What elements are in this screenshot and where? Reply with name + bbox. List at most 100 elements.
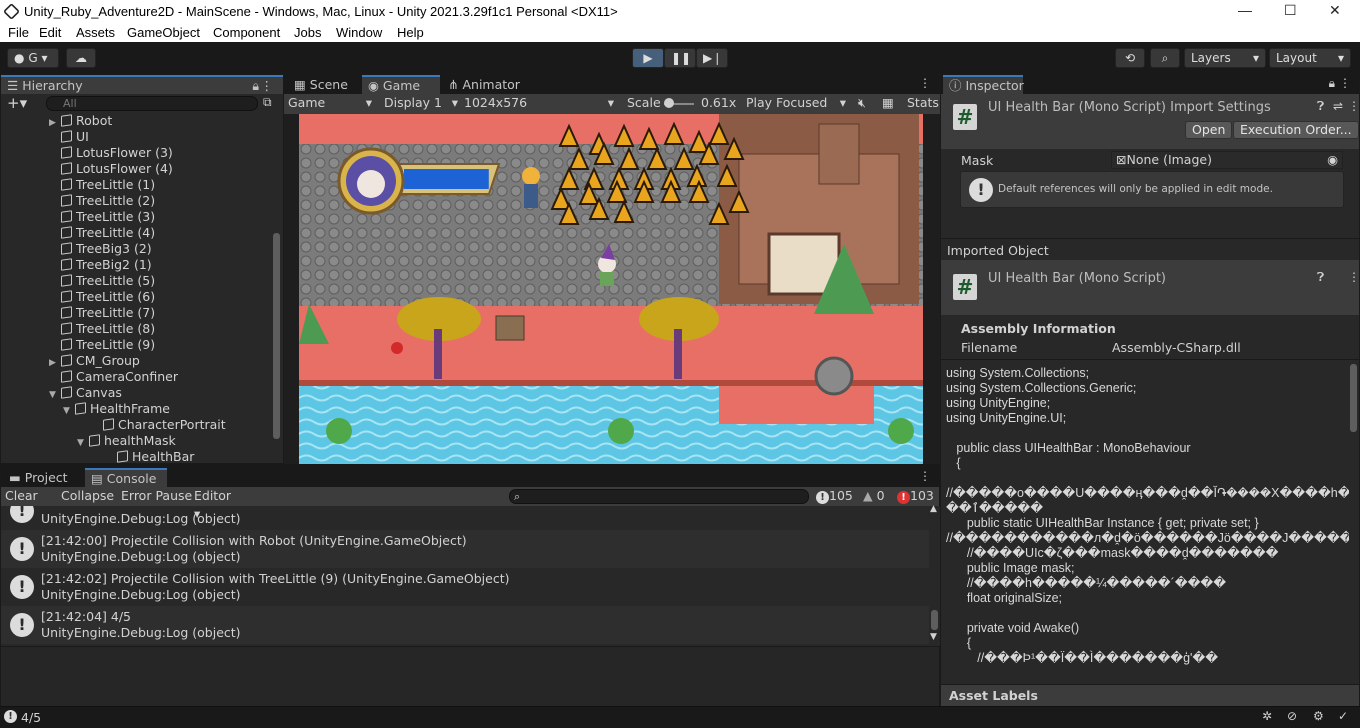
progress-icon[interactable]: ⚙: [1313, 709, 1324, 723]
add-icon[interactable]: +▾: [7, 94, 27, 112]
resolution-dropdown[interactable]: 1024x576 ▾: [464, 94, 618, 112]
hierarchy-item[interactable]: ▼ Canvas: [1, 385, 259, 401]
scale-slider-handle[interactable]: [664, 98, 674, 108]
close-button[interactable]: ✕: [1329, 2, 1341, 19]
tab-game[interactable]: ◉ Game: [362, 75, 440, 94]
layout-dropdown[interactable]: Layout ▾: [1269, 48, 1351, 68]
check-icon[interactable]: ✓: [1338, 709, 1348, 723]
console-scrollbar[interactable]: ▲ ▼: [929, 504, 940, 646]
game-viewport[interactable]: [299, 114, 923, 464]
menu-file[interactable]: File: [8, 25, 29, 40]
hierarchy-item[interactable]: TreeLittle (2): [1, 193, 259, 209]
log-count-badge[interactable]: ! 105: [816, 487, 853, 505]
execution-order-button[interactable]: Execution Order...: [1233, 121, 1359, 139]
cloud-button[interactable]: ☁: [66, 48, 96, 68]
hierarchy-item[interactable]: TreeBig3 (2): [1, 241, 259, 257]
lock-icon[interactable]: 🔒︎: [1329, 76, 1335, 91]
hierarchy-item[interactable]: HealthBar: [1, 449, 259, 463]
hierarchy-item[interactable]: TreeLittle (4): [1, 225, 259, 241]
more-icon[interactable]: ⋮: [919, 76, 931, 90]
display-dropdown[interactable]: Display 1 ▾: [384, 94, 458, 112]
hierarchy-item[interactable]: CharacterPortrait: [1, 417, 259, 433]
stats-button[interactable]: Stats: [907, 94, 939, 112]
step-button[interactable]: ▶❘: [696, 48, 728, 68]
debug-icon[interactable]: ✲: [1262, 709, 1272, 723]
tab-animator[interactable]: ⋔ Animator: [442, 75, 526, 94]
history-button[interactable]: ⟲: [1115, 48, 1145, 68]
menu-gameobject[interactable]: GameObject: [127, 25, 200, 40]
hierarchy-search-input[interactable]: All: [46, 96, 258, 111]
menu-assets[interactable]: Assets: [76, 25, 115, 40]
menu-help[interactable]: Help: [397, 25, 424, 40]
play-button[interactable]: ▶: [632, 48, 664, 68]
hierarchy-item[interactable]: TreeLittle (9): [1, 337, 259, 353]
help-icon[interactable]: ❓︎: [1317, 270, 1324, 285]
tab-inspector[interactable]: ⓘ Inspector: [943, 75, 1024, 94]
tab-hierarchy[interactable]: ☰ Hierarchy 🔒︎ ⋮: [1, 75, 283, 94]
hierarchy-item[interactable]: TreeLittle (5): [1, 273, 259, 289]
hierarchy-item[interactable]: TreeLittle (1): [1, 177, 259, 193]
clear-button[interactable]: Clear: [5, 487, 38, 505]
play-focused-dropdown[interactable]: Play Focused ▾: [746, 94, 850, 112]
more-icon[interactable]: ⋮: [919, 469, 931, 483]
hierarchy-item[interactable]: TreeLittle (8): [1, 321, 259, 337]
chevron-down-icon[interactable]: ▼: [930, 632, 937, 642]
filter-icon[interactable]: ⧉: [263, 95, 272, 110]
open-button[interactable]: Open: [1185, 121, 1233, 139]
menu-window[interactable]: Window: [336, 25, 382, 40]
game-mode-dropdown[interactable]: Game ▾: [288, 94, 376, 112]
error-pause-button[interactable]: Error Pause: [121, 487, 192, 505]
more-icon[interactable]: ⋮: [261, 77, 274, 94]
hierarchy-item[interactable]: ▶ CM_Group: [1, 353, 259, 369]
log-entry[interactable]: ! [21:42:00] Projectile Collision with R…: [1, 530, 931, 568]
minimize-button[interactable]: —: [1238, 2, 1252, 18]
more-icon[interactable]: ⋮: [1339, 76, 1351, 90]
hierarchy-item[interactable]: LotusFlower (3): [1, 145, 259, 161]
search-button[interactable]: ⌕: [1150, 48, 1180, 68]
hierarchy-item[interactable]: LotusFlower (4): [1, 161, 259, 177]
hierarchy-item[interactable]: ▼ HealthFrame: [1, 401, 259, 417]
object-picker-icon[interactable]: ◉: [1327, 152, 1338, 168]
collapse-button[interactable]: Collapse: [61, 487, 114, 505]
hierarchy-item[interactable]: TreeBig2 (1): [1, 257, 259, 273]
hierarchy-item[interactable]: TreeLittle (7): [1, 305, 259, 321]
hierarchy-item[interactable]: ▼ healthMask: [1, 433, 259, 449]
tab-console[interactable]: ▤ Console: [85, 468, 167, 487]
menu-edit[interactable]: Edit: [39, 25, 61, 40]
settings-icon[interactable]: ⇌: [1333, 99, 1343, 113]
account-dropdown[interactable]: ● G ▾: [7, 48, 59, 68]
pause-button[interactable]: ❚❚: [664, 48, 696, 68]
menu-component[interactable]: Component: [213, 25, 280, 40]
mask-object-field[interactable]: ⊠None (Image) ◉: [1111, 151, 1343, 169]
log-entry[interactable]: ! UnityEngine.Debug:Log (object): [1, 506, 931, 530]
maximize-button[interactable]: ☐: [1284, 2, 1297, 19]
grid-icon[interactable]: ▦: [882, 94, 894, 112]
more-icon[interactable]: ⋮: [1348, 99, 1360, 113]
lock-icon[interactable]: 🔒︎: [252, 77, 259, 94]
hierarchy-item[interactable]: UI: [1, 129, 259, 145]
inspector-scrollbar[interactable]: [1349, 362, 1359, 682]
more-icon[interactable]: ⋮: [1348, 270, 1360, 284]
tab-project[interactable]: ▬ Project: [3, 468, 74, 487]
hierarchy-item[interactable]: TreeLittle (3): [1, 209, 259, 225]
help-icon[interactable]: ❓︎: [1317, 99, 1324, 114]
log-entry[interactable]: ! [21:42:02] Projectile Collision with T…: [1, 568, 931, 606]
scrollbar-thumb[interactable]: [1350, 364, 1357, 432]
console-search-input[interactable]: ⌕: [509, 489, 809, 504]
chevron-up-icon[interactable]: ▲: [930, 504, 937, 514]
menu-jobs[interactable]: Jobs: [294, 25, 321, 40]
log-entry[interactable]: ! [21:42:04] 4/5 UnityEngine.Debug:Log (…: [1, 606, 931, 644]
scrollbar-thumb[interactable]: [273, 233, 280, 439]
hierarchy-item[interactable]: CameraConfiner: [1, 369, 259, 385]
error-count-badge[interactable]: ! 103: [897, 487, 934, 505]
hierarchy-item[interactable]: ▶ Robot: [1, 113, 259, 129]
network-icon[interactable]: ⊘: [1287, 709, 1297, 723]
mute-icon[interactable]: 🔇︎: [858, 94, 866, 112]
scrollbar-thumb[interactable]: [931, 610, 938, 630]
hierarchy-scrollbar[interactable]: [271, 113, 283, 463]
layers-dropdown[interactable]: Layers ▾: [1184, 48, 1266, 68]
warn-count-badge[interactable]: ▲ 0: [863, 487, 885, 505]
hierarchy-item[interactable]: TreeLittle (6): [1, 289, 259, 305]
status-message[interactable]: 4/5: [21, 710, 41, 725]
tab-scene[interactable]: ▦ Scene: [288, 75, 354, 94]
